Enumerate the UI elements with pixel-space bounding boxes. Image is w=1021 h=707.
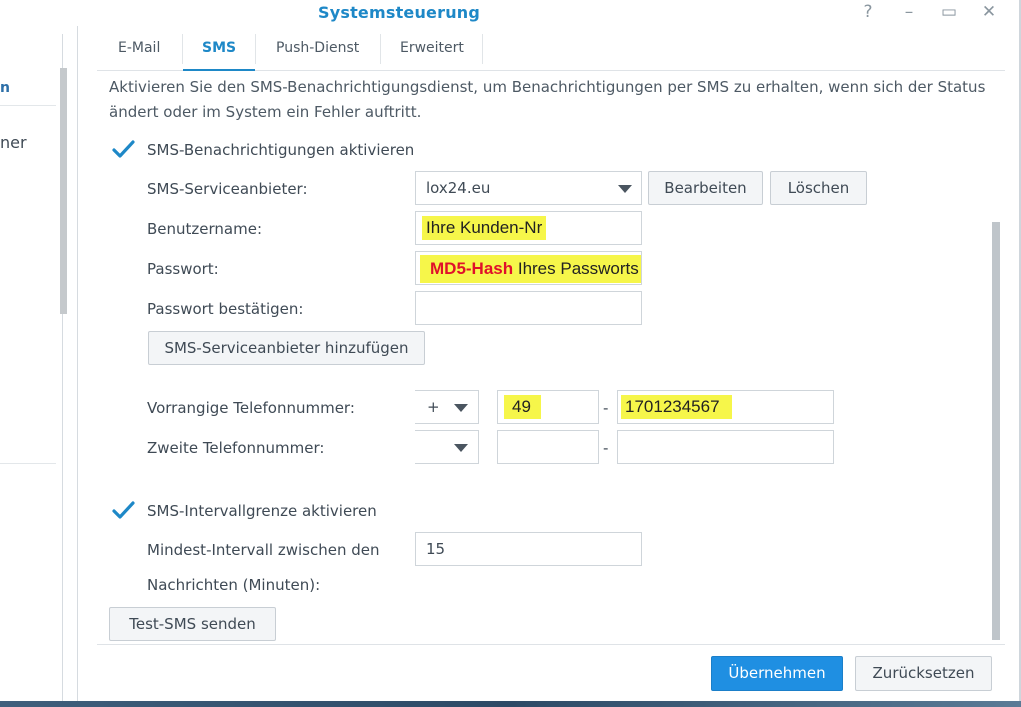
secondary-phone-number-input[interactable] bbox=[617, 430, 834, 464]
help-icon[interactable]: ? bbox=[858, 2, 878, 22]
secondary-phone-prefix-select[interactable] bbox=[415, 430, 479, 464]
phone-separator: - bbox=[603, 439, 609, 457]
active-tab-indicator bbox=[183, 69, 255, 71]
delete-provider-button[interactable]: Löschen bbox=[770, 171, 867, 205]
phone-separator: - bbox=[603, 399, 609, 417]
chevron-down-icon bbox=[618, 185, 632, 193]
tab-email[interactable]: E-Mail bbox=[118, 40, 160, 56]
left-divider bbox=[0, 463, 56, 464]
maximize-icon[interactable]: ▭ bbox=[939, 2, 959, 22]
password-value-bold: MD5-Hash bbox=[430, 259, 514, 278]
primary-phone-country-value: 49 bbox=[504, 395, 541, 419]
password-input[interactable]: MD5-Hash Ihres Passworts bbox=[415, 251, 642, 285]
sms-enable-checkbox[interactable] bbox=[111, 138, 135, 160]
password-label: Passwort: bbox=[147, 260, 219, 278]
primary-phone-prefix-select[interactable]: + bbox=[415, 390, 479, 424]
interval-value: 15 bbox=[426, 540, 446, 558]
checkmark-icon bbox=[112, 501, 135, 519]
chevron-down-icon bbox=[454, 404, 468, 412]
interval-label-line-2: Nachrichten (Minuten): bbox=[147, 576, 321, 594]
provider-selected-value: lox24.eu bbox=[426, 179, 491, 197]
secondary-phone-label: Zweite Telefonnummer: bbox=[147, 439, 325, 457]
chevron-down-icon bbox=[454, 444, 468, 452]
close-icon[interactable]: ✕ bbox=[979, 2, 999, 22]
username-value: Ihre Kunden-Nr bbox=[422, 216, 547, 240]
description-line-1: Aktivieren Sie den SMS-Benachrichtigungs… bbox=[109, 78, 986, 96]
reset-button[interactable]: Zurücksetzen bbox=[855, 656, 992, 691]
tab-separator bbox=[482, 34, 483, 64]
interval-enable-label: SMS-Intervallgrenze aktivieren bbox=[147, 502, 377, 520]
left-nav-item[interactable]: ner bbox=[0, 133, 27, 152]
settings-panel bbox=[77, 26, 1021, 707]
username-label: Benutzername: bbox=[147, 220, 263, 238]
interval-input[interactable]: 15 bbox=[415, 532, 642, 566]
provider-select[interactable]: lox24.eu bbox=[415, 171, 642, 205]
username-input[interactable]: Ihre Kunden-Nr bbox=[415, 211, 642, 245]
left-scrollbar[interactable] bbox=[60, 68, 67, 314]
primary-phone-country-input[interactable]: 49 bbox=[497, 390, 599, 424]
password-confirm-label: Passwort bestätigen: bbox=[147, 300, 304, 318]
primary-phone-number-input[interactable]: 1701234567 bbox=[617, 390, 834, 424]
interval-label-line-1: Mindest-Intervall zwischen den bbox=[147, 541, 380, 559]
test-sms-button[interactable]: Test-SMS senden bbox=[109, 607, 276, 641]
window-title: Systemsteuerung bbox=[318, 3, 481, 22]
content-scrollbar[interactable] bbox=[992, 222, 1000, 640]
tab-separator bbox=[380, 34, 381, 64]
provider-label: SMS-Serviceanbieter: bbox=[147, 180, 308, 198]
checkmark-icon bbox=[112, 140, 135, 158]
tab-separator bbox=[182, 34, 183, 64]
tab-sms[interactable]: SMS bbox=[202, 40, 236, 56]
desktop-background-strip bbox=[0, 701, 1021, 707]
password-confirm-input[interactable] bbox=[415, 291, 642, 325]
password-value: MD5-Hash Ihres Passworts bbox=[430, 259, 639, 279]
sms-enable-label: SMS-Benachrichtigungen aktivieren bbox=[147, 141, 415, 159]
secondary-phone-country-input[interactable] bbox=[497, 430, 599, 464]
tab-erweitert[interactable]: Erweitert bbox=[400, 40, 464, 56]
edit-provider-button[interactable]: Bearbeiten bbox=[648, 171, 763, 205]
password-value-rest: Ihres Passworts bbox=[513, 259, 639, 278]
interval-enable-checkbox[interactable] bbox=[111, 499, 135, 521]
tab-push-dienst[interactable]: Push-Dienst bbox=[276, 40, 359, 56]
description-line-2: ändert oder im System ein Fehler auftrit… bbox=[109, 103, 422, 121]
apply-button[interactable]: Übernehmen bbox=[711, 656, 843, 691]
footer-divider bbox=[97, 644, 1005, 645]
primary-phone-number-value: 1701234567 bbox=[621, 395, 732, 419]
minimize-icon[interactable]: – bbox=[899, 2, 919, 22]
left-nav-item-active[interactable]: n bbox=[0, 80, 10, 96]
primary-phone-label: Vorrangige Telefonnummer: bbox=[147, 399, 355, 417]
tab-separator bbox=[255, 34, 256, 64]
left-divider bbox=[0, 105, 56, 106]
primary-phone-prefix-value: + bbox=[427, 398, 440, 416]
add-provider-button[interactable]: SMS-Serviceanbieter hinzufügen bbox=[148, 331, 425, 365]
